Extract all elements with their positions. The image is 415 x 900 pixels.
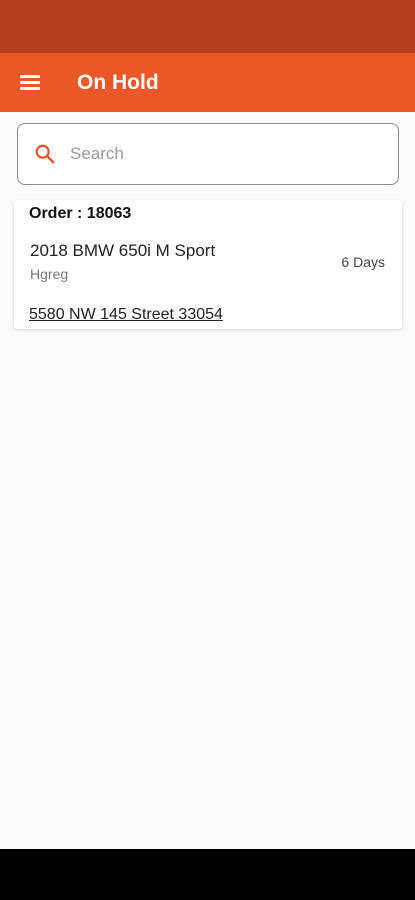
vehicle-name: 2018 BMW 650i M Sport	[30, 241, 216, 260]
search-icon	[20, 123, 70, 185]
page-title: On Hold	[77, 70, 159, 94]
status-bar	[0, 0, 415, 53]
main-content: Order : 18063 2018 BMW 650i M Sport Hgre…	[0, 112, 415, 849]
days-on-hold: 6 Days	[341, 254, 385, 270]
address-link[interactable]: 5580 NW 145 Street 33054	[29, 306, 223, 324]
search-bar[interactable]	[17, 123, 399, 185]
hamburger-menu-icon	[20, 75, 40, 90]
order-number: Order : 18063	[29, 205, 132, 222]
search-input[interactable]	[70, 134, 370, 174]
app-bar: On Hold	[0, 53, 415, 112]
customer-name: Hgreg	[30, 266, 69, 282]
system-navigation-bar	[0, 849, 415, 900]
menu-button[interactable]	[0, 53, 60, 112]
order-card[interactable]: Order : 18063 2018 BMW 650i M Sport Hgre…	[14, 200, 402, 329]
